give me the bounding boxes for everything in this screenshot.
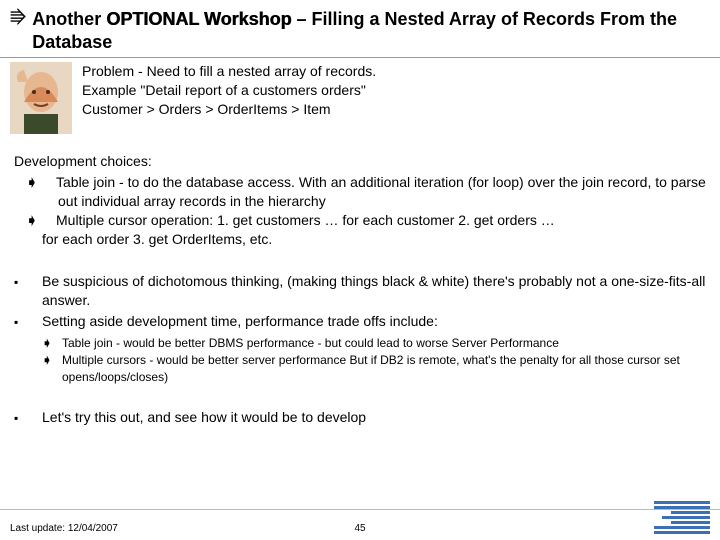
intro-line-2: Example "Detail report of a customers or… (82, 81, 376, 100)
dev-bullet-1: ➧Table join - to do the database access.… (14, 173, 706, 211)
point-3: ▪ Let's try this out, and see how it wou… (14, 408, 706, 427)
square-bullet-icon: ▪ (14, 408, 42, 427)
arrow-icon: ➧ (42, 352, 62, 384)
slide: ⭆ Another OPTIONAL Workshop – Filling a … (0, 0, 720, 540)
last-update: Last update: 12/04/2007 (10, 523, 118, 534)
nested-2: ➧ Multiple cursors - would be better ser… (42, 352, 706, 384)
point-2-text: Setting aside development time, performa… (42, 312, 706, 331)
intro-line-3: Customer > Orders > OrderItems > Item (82, 100, 376, 119)
presenter-photo (10, 62, 72, 134)
footer: Last update: 12/04/2007 45 (0, 501, 720, 534)
page-number: 45 (354, 523, 365, 534)
dev-bullet-2-text: Multiple cursor operation: 1. get custom… (56, 212, 555, 228)
square-bullet-icon: ▪ (14, 272, 42, 310)
square-bullets: ▪ Be suspicious of dichotomous thinking,… (0, 248, 720, 426)
point-2: ▪ Setting aside development time, perfor… (14, 312, 706, 385)
dev-choices: Development choices: ➧Table join - to do… (0, 134, 720, 248)
square-bullet-icon: ▪ (14, 312, 42, 385)
title-prefix: Another (32, 9, 106, 29)
dev-bullet-2: ➧Multiple cursor operation: 1. get custo… (14, 211, 706, 230)
point-1: ▪ Be suspicious of dichotomous thinking,… (14, 272, 706, 310)
dev-bullet-1-text: Table join - to do the database access. … (56, 174, 706, 209)
intro-row: Problem - Need to fill a nested array of… (0, 58, 720, 134)
title-bar: ⭆ Another OPTIONAL Workshop – Filling a … (0, 0, 720, 58)
intro-text: Problem - Need to fill a nested array of… (82, 62, 376, 134)
arrow-icon: ➧ (42, 211, 56, 230)
nested-list: ➧ Table join - would be better DBMS perf… (42, 335, 706, 385)
ibm-logo-icon (654, 501, 710, 534)
nested-2-text: Multiple cursors - would be better serve… (62, 352, 706, 384)
point-1-text: Be suspicious of dichotomous thinking, (… (42, 272, 706, 310)
arrow-icon: ➧ (42, 173, 56, 192)
title-arrow-icon: ⭆ (10, 8, 26, 30)
dev-trailing: for each order 3. get OrderItems, etc. (14, 230, 706, 249)
nested-1: ➧ Table join - would be better DBMS perf… (42, 335, 706, 351)
point-3-text: Let's try this out, and see how it would… (42, 408, 706, 427)
arrow-icon: ➧ (42, 335, 62, 351)
dev-heading: Development choices: (14, 152, 706, 171)
slide-title: Another OPTIONAL Workshop – Filling a Ne… (32, 8, 710, 53)
nested-1-text: Table join - would be better DBMS perfor… (62, 335, 559, 351)
title-optional: OPTIONAL Workshop (106, 9, 291, 29)
intro-line-1: Problem - Need to fill a nested array of… (82, 62, 376, 81)
